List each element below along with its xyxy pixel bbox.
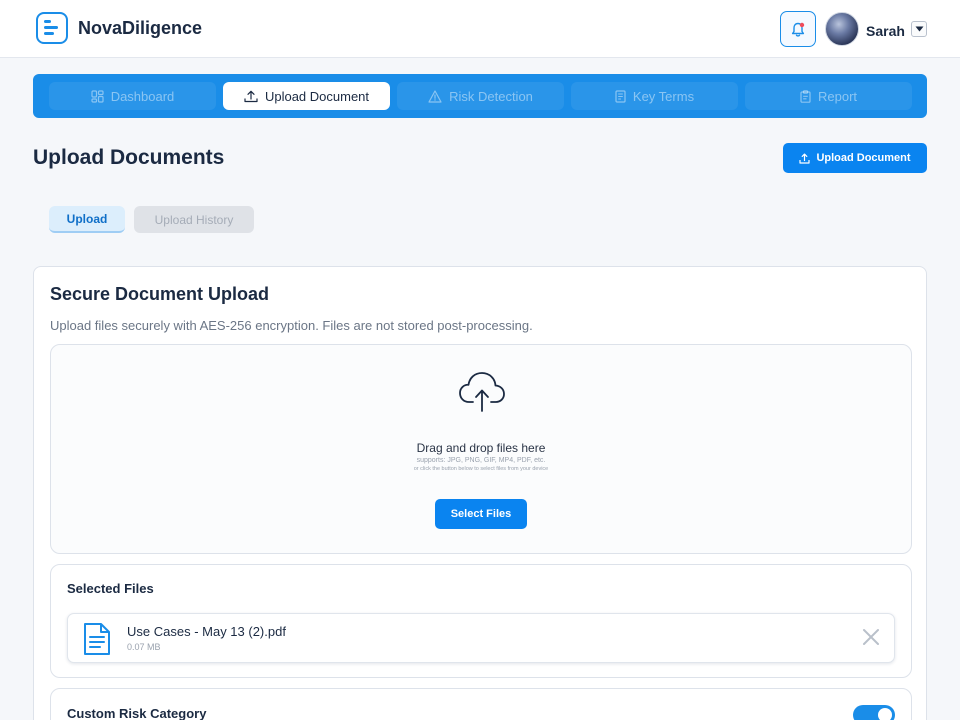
nav-tab-key-terms[interactable]: Key Terms (571, 82, 738, 110)
upload-icon (799, 153, 811, 164)
dropzone-hint: or click the button below to select file… (413, 466, 549, 472)
nav-tab-upload-document[interactable]: Upload Document (223, 82, 390, 110)
tab-upload[interactable]: Upload (49, 206, 125, 233)
selected-files-title: Selected Files (67, 581, 154, 596)
user-name[interactable]: Sarah (866, 23, 905, 39)
file-list-item: Use Cases - May 13 (2).pdf 0.07 MB (67, 613, 895, 663)
card-title: Secure Document Upload (50, 284, 270, 304)
dropzone-title: Drag and drop files here (416, 441, 546, 455)
warning-icon (428, 89, 442, 103)
grid-icon (91, 89, 104, 103)
secure-upload-card: Secure Document Upload Upload files secu… (33, 266, 927, 720)
upload-icon (244, 90, 258, 102)
toggle-knob (878, 708, 892, 720)
file-name: Use Cases - May 13 (2).pdf (127, 624, 286, 639)
file-size: 0.07 MB (127, 642, 161, 652)
file-icon (84, 623, 110, 655)
dropzone-supported-formats: supports: JPG, PNG, GIF, MP4, PDF, etc. (416, 457, 546, 464)
logo-icon (36, 12, 68, 44)
upload-document-button[interactable]: Upload Document (783, 143, 927, 173)
upload-document-button-label: Upload Document (816, 152, 911, 164)
custom-risk-title: Custom Risk Category (67, 706, 207, 720)
custom-risk-panel: Custom Risk Category (50, 688, 912, 720)
select-files-button[interactable]: Select Files (435, 499, 527, 529)
user-avatar[interactable] (825, 12, 859, 46)
cloud-upload-icon (459, 372, 505, 412)
nav-tab-label: Key Terms (632, 88, 695, 104)
document-icon (615, 89, 626, 103)
page-title: Upload Documents (33, 146, 225, 169)
selected-files-panel: Selected Files Use Cases - May 13 (2).pd… (50, 564, 912, 678)
brand-name: NovaDiligence (78, 18, 203, 38)
caret-down-icon (915, 26, 923, 32)
nav-tab-dashboard[interactable]: Dashboard (49, 82, 216, 110)
remove-file-icon[interactable] (862, 628, 880, 646)
nav-tab-report[interactable]: Report (745, 82, 912, 110)
user-menu-dropdown[interactable] (911, 21, 927, 37)
tab-upload-history[interactable]: Upload History (134, 206, 254, 233)
nav-tab-label: Report (817, 88, 858, 104)
file-dropzone[interactable]: Drag and drop files here supports: JPG, … (50, 344, 912, 554)
card-subtitle: Upload files securely with AES-256 encry… (50, 318, 533, 333)
clipboard-icon (800, 89, 811, 103)
top-header: NovaDiligence Sarah (0, 0, 960, 58)
notifications-button[interactable] (780, 11, 816, 47)
nav-tab-risk-detection[interactable]: Risk Detection (397, 82, 564, 110)
nav-tab-label: Risk Detection (449, 88, 533, 104)
bell-icon (791, 22, 805, 37)
nav-tab-label: Dashboard (110, 88, 175, 104)
custom-risk-toggle[interactable] (853, 705, 895, 720)
nav-tab-label: Upload Document (264, 88, 370, 104)
main-nav: Dashboard Upload Document Risk Detection… (33, 74, 927, 118)
